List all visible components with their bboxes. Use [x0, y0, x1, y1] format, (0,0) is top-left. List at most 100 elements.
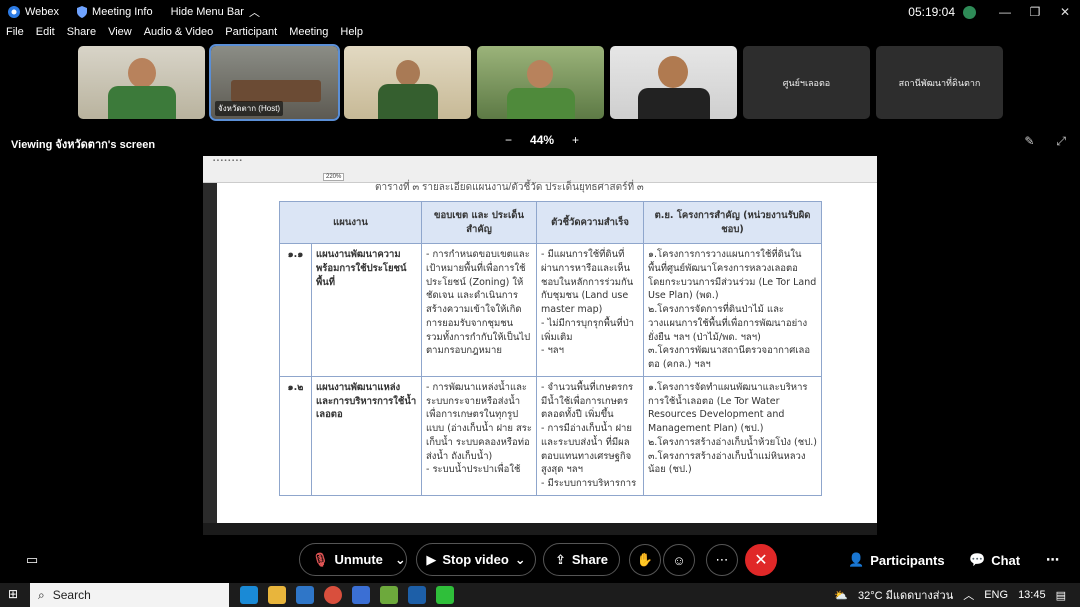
zoom-out-button[interactable]: −	[505, 133, 512, 147]
mail-icon[interactable]	[296, 586, 314, 604]
table-row: ๑.๒ แผนงานพัฒนาแหล่งและการบริหารการใช้น้…	[279, 375, 822, 497]
doc-caption: ตารางที่ ๓ รายละเอียดแผนงาน/ตัวชี้วัด ปร…	[375, 182, 644, 193]
stop-video-button[interactable]: ▶ Stop video ⌄	[416, 543, 536, 576]
participants-icon: 👤	[848, 552, 865, 567]
hide-menu-button[interactable]: Hide Menu Bar ︿	[171, 4, 260, 20]
share-icon: ⇪	[554, 551, 566, 567]
remote-taskbar	[203, 523, 877, 535]
search-label: Search	[52, 588, 91, 602]
participant-tile[interactable]: ศูนย์ฯเลอตอ	[743, 46, 870, 119]
hide-menu-label: Hide Menu Bar	[170, 6, 244, 18]
stop-video-label: Stop video	[442, 552, 509, 567]
person-head	[128, 58, 156, 88]
viewing-bar: Viewing จังหวัดตาก's screen − 44% + ✎ ⤢	[0, 132, 1080, 152]
share-button[interactable]: ⇪ Share	[543, 543, 620, 576]
weather-icon: ⛅	[834, 589, 849, 602]
app-z-icon[interactable]	[352, 586, 370, 604]
row-indicator: - มีแผนการใช้ที่ดินที่ผ่านการหารือและเห็…	[536, 243, 644, 377]
minimize-icon[interactable]: —	[990, 5, 1020, 19]
unmute-label: Unmute	[334, 552, 383, 567]
app-q-icon[interactable]	[380, 586, 398, 604]
participant-video[interactable]	[477, 46, 604, 119]
taskbar-time[interactable]: 13:45	[1018, 589, 1046, 601]
unmute-button[interactable]: 🎙 Unmute ⌄	[299, 543, 407, 576]
menu-view[interactable]: View	[108, 26, 132, 44]
os-taskbar: ⊞ ⌕ Search ⛅ 32°C มีแดดบางส่วน ︿ ENG 13:…	[0, 583, 1080, 607]
zoom-in-button[interactable]: +	[572, 133, 579, 147]
share-label: Share	[571, 552, 609, 567]
row-number: ๑.๒	[279, 375, 312, 497]
participant-video-host[interactable]: จังหวัดตาก (Host)	[209, 44, 340, 121]
row-number: ๑.๑	[279, 243, 312, 377]
folder-icon[interactable]	[268, 586, 286, 604]
participant-tile[interactable]: สถานีพัฒนาที่ดินตาก	[876, 46, 1003, 119]
reactions-icon[interactable]: ☺	[663, 544, 695, 576]
participants-label: Participants	[870, 552, 945, 568]
menu-share[interactable]: Share	[67, 26, 96, 44]
more-options-icon[interactable]: ⋯	[706, 544, 738, 576]
raise-hand-icon[interactable]: ✋	[629, 544, 661, 576]
meeting-info-label: Meeting Info	[92, 6, 153, 18]
header-indicator: ตัวชี้วัดความสำเร็จ	[536, 201, 644, 244]
menu-participant[interactable]: Participant	[225, 26, 277, 44]
menu-file[interactable]: File	[6, 26, 24, 44]
row-projects: ๑.โครงการจัดทำแผนพัฒนาและบริหารการใช้น้ำ…	[643, 375, 822, 497]
participants-button[interactable]: 👤 Participants	[848, 552, 945, 568]
chevron-down-icon[interactable]: ⌄	[515, 552, 526, 568]
status-icon	[963, 5, 976, 19]
annotate-icon[interactable]: ✎	[1024, 134, 1034, 149]
webex-icon[interactable]	[408, 586, 426, 604]
pdf-page: ตารางที่ ๓ รายละเอียดแผนงาน/ตัวชี้วัด ปร…	[217, 182, 877, 523]
pdf-address-bar: ▪ ▪ ▪ ▪ ▪ ▪ ▪ ▪	[213, 158, 242, 164]
zoom-level: 44%	[530, 133, 555, 147]
menu-meeting[interactable]: Meeting	[289, 26, 328, 44]
webex-logo-icon	[8, 6, 20, 18]
restore-icon[interactable]: ❐	[1020, 5, 1050, 19]
end-call-button[interactable]: ✕	[745, 544, 777, 576]
meeting-clock: 05:19:04	[908, 5, 955, 19]
chat-button[interactable]: 💬 Chat	[969, 552, 1020, 568]
title-bar: Webex Meeting Info Hide Menu Bar ︿ 05:19…	[0, 0, 1080, 24]
pdf-zoom-level[interactable]: 220%	[323, 173, 345, 181]
menu-audio-video[interactable]: Audio & Video	[144, 26, 214, 44]
menu-bar: File Edit Share View Audio & Video Parti…	[0, 26, 369, 44]
participant-strip: จังหวัดตาก (Host) ศูนย์ฯเลอตอ สถานีพัฒนา…	[78, 44, 1003, 121]
notification-icon[interactable]: ▤	[1056, 589, 1066, 602]
participant-video[interactable]	[610, 46, 737, 119]
app-name: Webex	[25, 6, 60, 18]
video-camera-icon: ▶	[426, 551, 437, 567]
chat-label: Chat	[991, 552, 1021, 568]
language-indicator[interactable]: ENG	[984, 589, 1008, 601]
shared-screen: ▪ ▪ ▪ ▪ ▪ ▪ ▪ ▪ 220% ตารางที่ ๓ รายละเอี…	[203, 156, 877, 535]
system-tray: ⛅ 32°C มีแดดบางส่วน ︿ ENG 13:45 ▤	[834, 583, 1080, 607]
chrome-icon[interactable]	[324, 586, 342, 604]
chat-icon: 💬	[969, 552, 986, 567]
menu-edit[interactable]: Edit	[36, 26, 55, 44]
more-panels-icon[interactable]: ⋯	[1046, 552, 1059, 568]
participant-video[interactable]	[344, 46, 471, 119]
pdf-toolbar: ▪ ▪ ▪ ▪ ▪ ▪ ▪ ▪ 220%	[203, 156, 877, 183]
edge-icon[interactable]	[240, 586, 258, 604]
participant-video[interactable]	[78, 46, 205, 119]
plan-table: แผนงาน ขอบเขต และ ประเด็นสำคัญ ตัวชี้วัด…	[279, 201, 822, 497]
close-icon[interactable]: ✕	[1050, 5, 1080, 19]
weather-text: 32°C มีแดดบางส่วน	[858, 590, 954, 602]
search-input[interactable]: ⌕ Search	[30, 583, 229, 607]
fullscreen-icon[interactable]: ⤢	[1056, 134, 1066, 149]
row-plan: แผนงานพัฒนาแหล่งและการบริหารการใช้น้ำเลอ…	[311, 375, 422, 497]
line-icon[interactable]	[436, 586, 454, 604]
meeting-table	[231, 80, 321, 102]
menu-help[interactable]: Help	[340, 26, 363, 44]
windows-start-icon[interactable]: ⊞	[8, 587, 18, 601]
person-body	[108, 86, 176, 119]
tray-chevron-icon[interactable]: ︿	[963, 587, 974, 603]
person-body	[378, 84, 438, 119]
participant-label: ศูนย์ฯเลอตอ	[782, 77, 831, 88]
captions-icon[interactable]: ▭	[16, 544, 48, 576]
participant-label-host: จังหวัดตาก (Host)	[215, 101, 284, 116]
header-projects: ต.ย. โครงการสำคัญ (หน่วยงานรับผิดชอบ)	[643, 201, 822, 244]
shield-icon	[77, 6, 88, 18]
chevron-down-icon[interactable]: ⌄	[395, 552, 406, 568]
header-plan: แผนงาน	[279, 201, 422, 244]
meeting-info-button[interactable]: Meeting Info	[77, 6, 153, 18]
